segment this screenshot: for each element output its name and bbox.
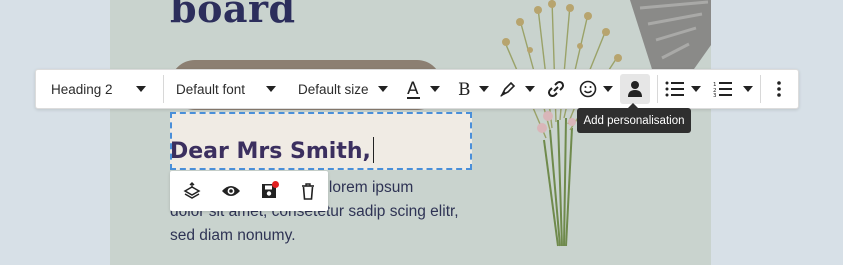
toolbar-divider	[657, 75, 658, 103]
personalisation-tooltip: Add personalisation	[577, 103, 691, 133]
highlighter-icon	[500, 81, 516, 97]
svg-text:B: B	[458, 80, 471, 99]
block-style-dropdown[interactable]: Heading 2	[51, 70, 151, 108]
emoji-button[interactable]	[579, 70, 615, 108]
svg-text:A: A	[407, 79, 419, 99]
font-color-icon: A	[407, 79, 420, 99]
preview-button[interactable]	[219, 179, 243, 203]
save-button[interactable]	[257, 179, 281, 203]
chevron-down-icon	[266, 86, 276, 92]
highlight-button[interactable]	[499, 70, 535, 108]
greeting-label: Dear Mrs Smith,	[170, 139, 371, 164]
canvas-heading[interactable]: board	[170, 0, 296, 31]
link-button[interactable]	[546, 70, 570, 108]
font-family-label: Default font	[176, 81, 246, 97]
bulleted-list-button[interactable]	[665, 70, 703, 108]
layers-button[interactable]	[180, 179, 204, 203]
chevron-down-icon	[378, 86, 388, 92]
toolbar-divider	[760, 75, 761, 103]
rich-text-toolbar: Heading 2 Default font Default size A B	[35, 69, 799, 109]
delete-button[interactable]	[296, 179, 320, 203]
numbered-list-button[interactable]: 1 2 3	[713, 70, 753, 108]
chevron-down-icon	[479, 86, 489, 92]
layers-icon	[183, 182, 201, 199]
font-color-button[interactable]: A	[406, 70, 442, 108]
more-options-icon	[777, 81, 781, 97]
block-style-label: Heading 2	[51, 81, 113, 97]
chevron-down-icon	[691, 86, 701, 92]
toolbar-divider	[163, 75, 164, 103]
svg-text:3: 3	[713, 93, 717, 97]
trash-icon	[302, 182, 314, 200]
greeting-text[interactable]: Dear Mrs Smith,	[170, 137, 374, 164]
bold-button[interactable]: B	[457, 70, 491, 108]
bulleted-list-icon	[665, 81, 684, 97]
block-toolbar	[170, 171, 328, 211]
font-size-dropdown[interactable]: Default size	[298, 70, 390, 108]
font-family-dropdown[interactable]: Default font	[176, 70, 281, 108]
person-icon	[628, 81, 642, 97]
numbered-list-icon: 1 2 3	[713, 82, 732, 97]
chevron-down-icon	[743, 86, 753, 92]
more-options-button[interactable]	[769, 70, 789, 108]
bold-icon: B	[458, 80, 471, 99]
chevron-down-icon	[525, 86, 535, 92]
text-cursor	[372, 137, 374, 163]
chevron-down-icon	[430, 86, 440, 92]
chevron-down-icon	[136, 86, 146, 92]
emoji-icon	[579, 80, 597, 98]
eye-icon	[222, 186, 240, 196]
font-size-label: Default size	[298, 81, 369, 97]
chevron-down-icon	[603, 86, 613, 92]
add-personalisation-button[interactable]	[620, 74, 650, 104]
unsaved-changes-dot	[272, 181, 279, 188]
link-icon	[547, 80, 565, 98]
body-line-3: sed diam nonumy.	[170, 227, 296, 244]
